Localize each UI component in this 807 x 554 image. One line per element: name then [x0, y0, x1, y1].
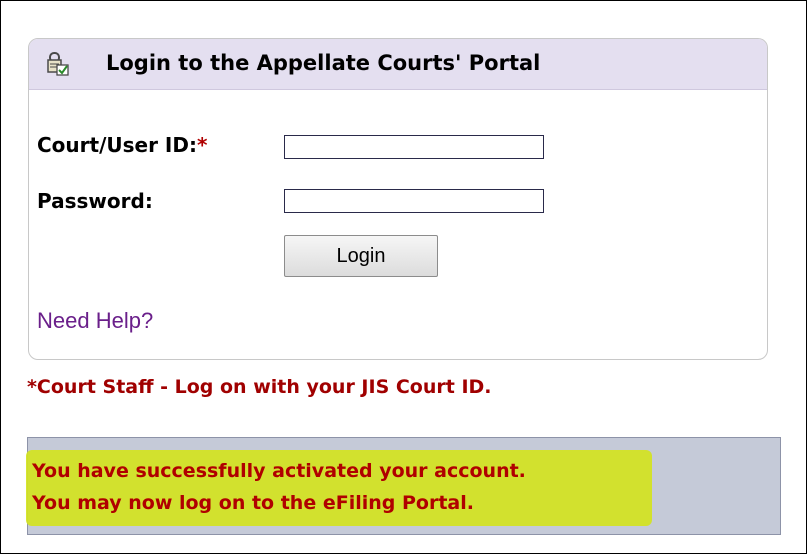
status-message-box: You have successfully activated your acc… — [26, 437, 781, 535]
court-staff-note: *Court Staff - Log on with your JIS Cour… — [27, 376, 492, 398]
status-message-line-1: You have successfully activated your acc… — [32, 460, 526, 482]
password-label: Password: — [37, 189, 153, 213]
status-message-line-2: You may now log on to the eFiling Portal… — [32, 492, 474, 514]
user-id-label-text: Court/User ID: — [37, 133, 197, 157]
page-frame: Login to the Appellate Courts' Portal Co… — [0, 0, 807, 554]
required-marker: * — [196, 133, 208, 157]
need-help-link[interactable]: Need Help? — [37, 308, 153, 334]
user-id-label: Court/User ID:* — [37, 133, 207, 157]
lock-icon — [46, 52, 70, 76]
password-input[interactable] — [284, 189, 544, 213]
login-panel-title: Login to the Appellate Courts' Portal — [106, 51, 541, 75]
login-panel: Login to the Appellate Courts' Portal Co… — [28, 38, 768, 360]
login-panel-header: Login to the Appellate Courts' Portal — [29, 39, 767, 90]
login-button[interactable]: Login — [284, 235, 438, 277]
user-id-input[interactable] — [284, 135, 544, 159]
